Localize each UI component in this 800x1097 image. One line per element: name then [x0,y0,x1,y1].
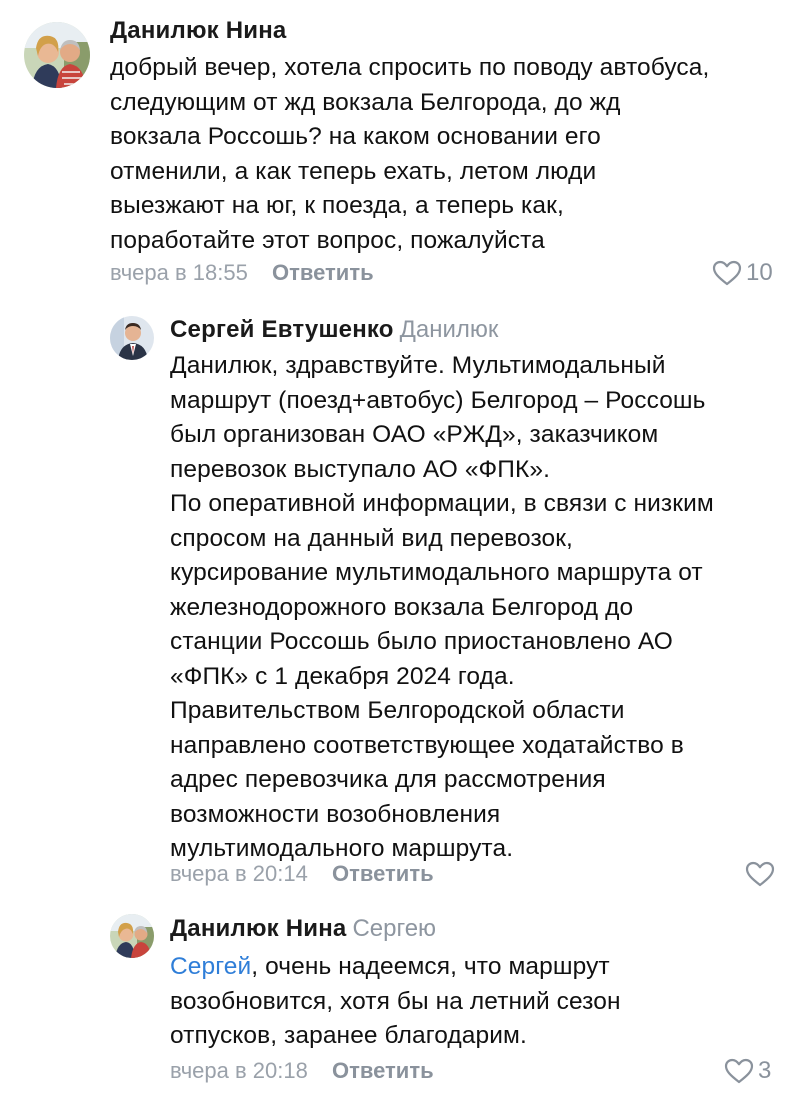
author-name[interactable]: Сергей Евтушенко [170,316,394,343]
comment-header: Данилюк Нина Сергею [170,914,436,944]
comment-2: Сергей Евтушенко Данилюк Данилюк, здравст… [0,300,800,900]
like-button[interactable] [745,861,775,887]
reply-button[interactable]: Ответить [272,260,374,285]
comment-header: Сергей Евтушенко Данилюк [170,315,498,345]
like-button[interactable]: 3 [724,1057,771,1085]
avatar[interactable] [24,22,90,88]
comment-3: Данилюк Нина Сергею Сергей, очень надеемс… [0,900,800,1097]
author-name[interactable]: Данилюк Нина [110,17,286,44]
reply-to-name[interactable]: Данилюк [400,316,499,343]
like-count: 10 [746,259,773,286]
comment-meta: вчера в 20:14 Ответить [170,860,434,888]
heart-outline-icon [712,260,742,286]
mention-link[interactable]: Сергей [170,953,251,980]
comment-meta: вчера в 18:55 Ответить [110,259,374,287]
heart-outline-icon [724,1058,754,1084]
comment-1: Данилюк Нина добрый вечер, хотела спроси… [0,0,800,300]
user-photo-avatar [24,22,90,88]
comment-text: добрый вечер, хотела спросить по поводу … [110,54,710,254]
like-count: 3 [758,1057,772,1084]
reply-to-name[interactable]: Сергею [352,915,436,942]
user-photo-avatar [110,316,154,360]
comment-meta: вчера в 20:18 Ответить [170,1057,434,1085]
reply-button[interactable]: Ответить [332,861,434,886]
comment-header: Данилюк Нина [110,16,286,46]
avatar[interactable] [110,316,154,360]
timestamp: вчера в 18:55 [110,260,248,285]
timestamp: вчера в 20:14 [170,861,308,886]
author-name[interactable]: Данилюк Нина [170,915,346,942]
comment-text: Данилюк, здравствуйте. Мультимодальный м… [170,352,714,862]
comment-text: Сергей, очень надеемся, что маршрут возо… [170,950,790,1054]
avatar[interactable] [110,914,154,958]
timestamp: вчера в 20:18 [170,1058,308,1083]
user-photo-avatar [110,914,154,958]
reply-button[interactable]: Ответить [332,1058,434,1083]
like-button[interactable]: 10 [712,259,773,287]
heart-outline-icon [745,861,775,887]
